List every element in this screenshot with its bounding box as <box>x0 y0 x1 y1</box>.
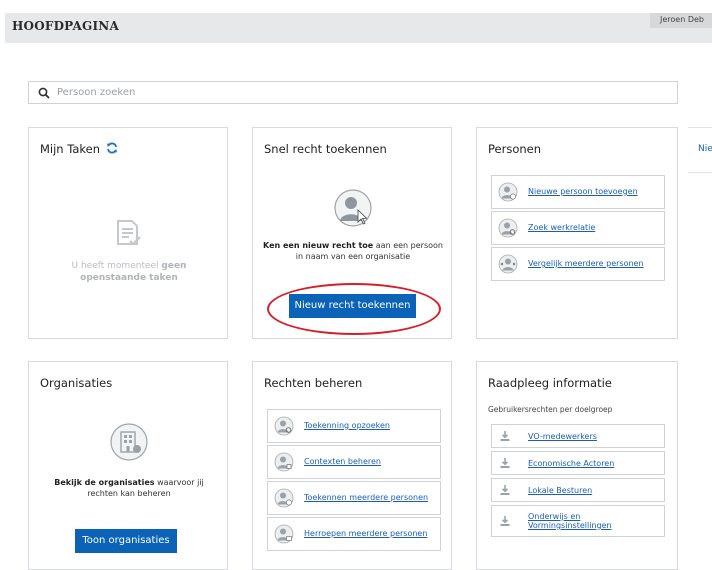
person-search-icon <box>274 416 294 436</box>
persons-card: Personen Nieuwe persoon toevoegen Zoek w… <box>476 127 678 339</box>
vo-employees-link[interactable]: VO-medewerkers <box>528 432 597 441</box>
list-item[interactable]: Toekenning opzoeken <box>267 409 441 443</box>
person-cursor-icon <box>334 189 372 227</box>
persons-title: Personen <box>488 142 542 156</box>
list-item[interactable]: Vergelijk meerdere personen <box>491 247 665 281</box>
person-add-icon <box>498 182 518 202</box>
list-item[interactable]: Nieuwe persoon toevoegen <box>491 175 665 209</box>
list-item[interactable]: Zoek werkrelatie <box>491 211 665 245</box>
search-icon <box>38 87 50 99</box>
task-list-icon <box>117 220 141 246</box>
show-organisations-button[interactable]: Toon organisaties <box>75 529 177 553</box>
organisations-card: Organisaties Bekijk de organisaties waar… <box>28 361 228 570</box>
refresh-icon[interactable] <box>106 142 118 154</box>
grant-multiple-link[interactable]: Toekennen meerdere personen <box>304 493 428 502</box>
revoke-multiple-link[interactable]: Herroepen meerdere personen <box>304 529 427 538</box>
side-panel-fragment[interactable]: Nie <box>688 127 712 173</box>
person-compare-icon <box>498 254 518 274</box>
search-relation-link[interactable]: Zoek werkrelatie <box>528 223 595 232</box>
list-item[interactable]: Economische Actoren <box>491 451 665 475</box>
building-icon <box>110 423 148 461</box>
tasks-card: Mijn Taken U heeft momenteel geen openst… <box>28 127 228 339</box>
side-panel-label[interactable]: Nie <box>698 144 712 154</box>
top-bar: HOOFDPAGINA Jeroen Deb <box>5 13 712 43</box>
persons-list: Nieuwe persoon toevoegen Zoek werkrelati… <box>491 175 665 283</box>
rights-list: Toekenning opzoeken Contexten beheren To… <box>267 409 441 553</box>
quick-grant-title: Snel recht toekennen <box>264 142 387 156</box>
quick-grant-card: Snel recht toekennen Ken een nieuw recht… <box>252 127 452 339</box>
list-item[interactable]: Toekennen meerdere personen <box>267 481 441 515</box>
manage-rights-card: Rechten beheren Toekenning opzoeken Cont… <box>252 361 452 570</box>
search-placeholder: Persoon zoeken <box>57 87 136 98</box>
person-revoke-icon <box>274 524 294 544</box>
new-person-link[interactable]: Nieuwe persoon toevoegen <box>528 187 638 196</box>
economic-actors-link[interactable]: Economische Actoren <box>528 459 614 468</box>
user-name[interactable]: Jeroen Deb <box>650 13 712 28</box>
download-icon <box>500 485 510 495</box>
manage-rights-title: Rechten beheren <box>264 376 363 390</box>
local-governments-link[interactable]: Lokale Besturen <box>528 486 592 495</box>
organisations-description: Bekijk de organisaties waarvoor jij rech… <box>54 478 204 498</box>
page-title: HOOFDPAGINA <box>12 19 119 33</box>
list-item[interactable]: VO-medewerkers <box>491 424 665 448</box>
find-grant-link[interactable]: Toekenning opzoeken <box>304 421 390 430</box>
compare-persons-link[interactable]: Vergelijk meerdere personen <box>528 259 644 268</box>
education-institutions-link[interactable]: Onderwijs en Vormingsinstellingen <box>528 512 628 530</box>
list-item[interactable]: Contexten beheren <box>267 445 441 479</box>
download-icon <box>500 516 510 526</box>
info-list: VO-medewerkers Economische Actoren Lokal… <box>491 424 665 540</box>
person-search-icon <box>498 218 518 238</box>
quick-grant-description: Ken een nieuw recht toe aan een persoon … <box>263 241 443 261</box>
info-title: Raadpleeg informatie <box>488 376 612 390</box>
empty-tasks-message: U heeft momenteel geen openstaande taken <box>71 261 187 283</box>
download-icon <box>500 458 510 468</box>
info-card: Raadpleeg informatie Gebruikersrechten p… <box>476 361 678 570</box>
person-settings-icon <box>274 452 294 472</box>
list-item[interactable]: Herroepen meerdere personen <box>267 517 441 551</box>
list-item[interactable]: Onderwijs en Vormingsinstellingen <box>491 505 665 537</box>
manage-contexts-link[interactable]: Contexten beheren <box>304 457 381 466</box>
tasks-title: Mijn Taken <box>40 142 118 156</box>
search-input[interactable]: Persoon zoeken <box>28 81 678 104</box>
organisations-title: Organisaties <box>40 376 113 390</box>
download-icon <box>500 431 510 441</box>
new-right-button[interactable]: Nieuw recht toekennen <box>289 294 416 318</box>
list-item[interactable]: Lokale Besturen <box>491 478 665 502</box>
info-subtitle: Gebruikersrechten per doelgroep <box>488 405 613 414</box>
person-group-icon <box>274 488 294 508</box>
